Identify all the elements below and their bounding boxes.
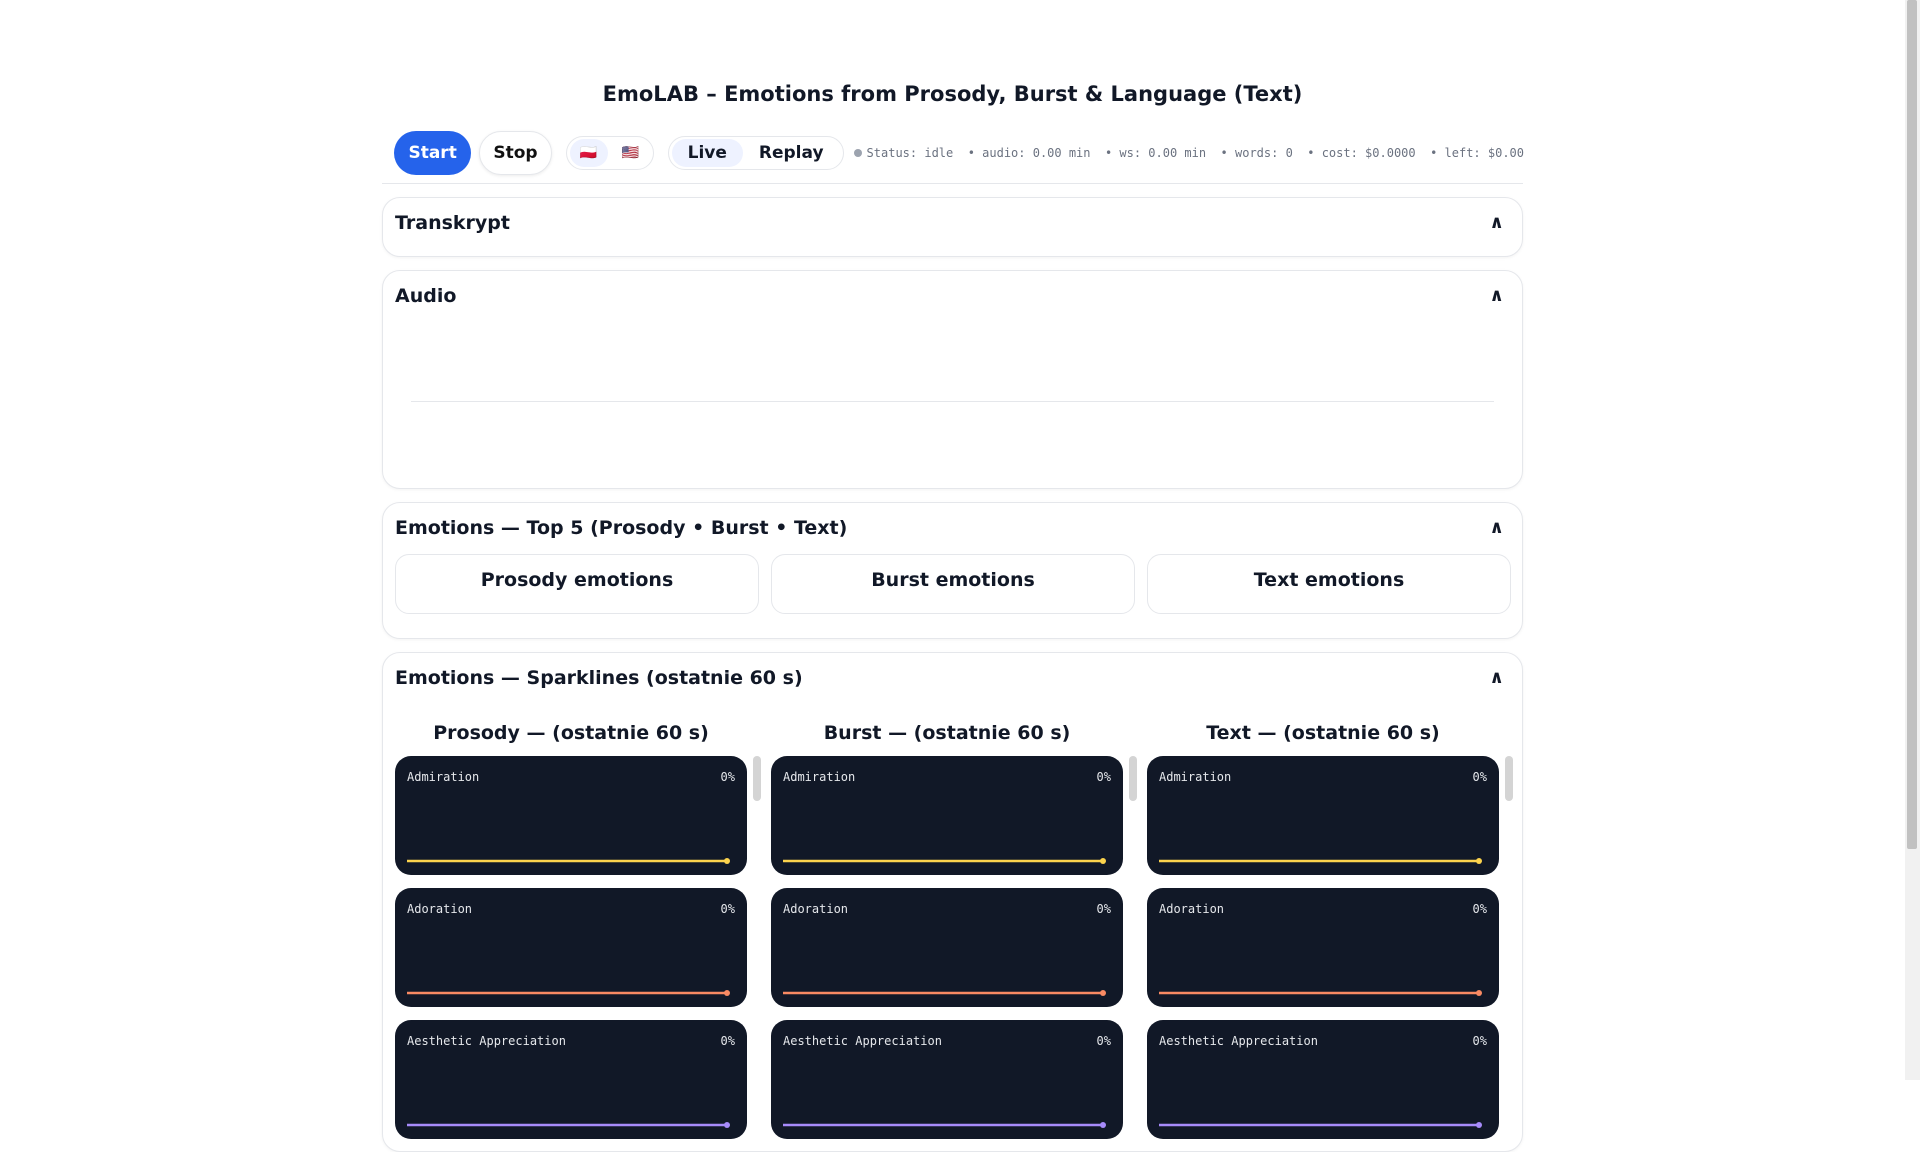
sparkline-card: Adoration 0% <box>771 888 1123 1007</box>
sparkline-last-point <box>1100 1122 1106 1128</box>
top5-heading[interactable]: Emotions — Top 5 (Prosody • Burst • Text… <box>395 517 847 539</box>
emotion-name: Aesthetic Appreciation <box>783 1034 942 1048</box>
mode-replay[interactable]: Replay <box>747 139 840 167</box>
sparkline-card: Admiration 0% <box>395 756 747 875</box>
emotion-name: Admiration <box>783 770 856 784</box>
page-scrollbar[interactable] <box>1905 0 1920 1080</box>
sparklines-heading[interactable]: Emotions — Sparklines (ostatnie 60 s) <box>395 667 803 689</box>
sparkline-column-title: Burst — (ostatnie 60 s) <box>823 722 1071 744</box>
emotion-value: 0% <box>1472 1034 1487 1048</box>
status-text: Status: idle • audio: 0.00 min • ws: 0.0… <box>866 146 1524 160</box>
audio-waveform-baseline <box>411 401 1494 402</box>
sparkline-last-point <box>1476 990 1482 996</box>
transcript-panel: Transkrypt ∧ <box>382 197 1523 257</box>
scrollbar-thumb[interactable] <box>1907 0 1917 849</box>
emotion-name: Admiration <box>1159 770 1232 784</box>
emotion-value: 0% <box>1096 770 1111 784</box>
column-scrollbar[interactable] <box>753 756 761 801</box>
start-button[interactable]: Start <box>394 131 472 175</box>
pl-flag-icon[interactable]: 🇵🇱 <box>569 139 608 167</box>
sparkline-last-point <box>1100 990 1106 996</box>
collapse-icon[interactable]: ∧ <box>1489 212 1504 233</box>
emotion-value: 0% <box>1096 1034 1111 1048</box>
sparkline-last-point <box>724 1122 730 1128</box>
us-flag-icon[interactable]: 🇺🇸 <box>612 139 650 167</box>
sparkline-last-point <box>724 990 730 996</box>
toolbar: Start Stop 🇵🇱 🇺🇸 Live Replay Status: idl… <box>394 131 1524 175</box>
collapse-icon[interactable]: ∧ <box>1489 667 1504 688</box>
audio-panel: Audio ∧ <box>382 270 1523 489</box>
emotion-name: Adoration <box>407 902 473 916</box>
mode-switch: Live Replay <box>667 136 844 170</box>
sparkline-last-point <box>1476 1122 1482 1128</box>
status-dot-icon <box>853 149 862 157</box>
sparkline-last-point <box>724 858 730 864</box>
text-emotions-card: Text emotions <box>1147 554 1511 614</box>
emotion-value: 0% <box>1096 902 1111 916</box>
emotion-name: Adoration <box>783 902 849 916</box>
emotion-value: 0% <box>1472 770 1487 784</box>
emotion-name: Admiration <box>407 770 480 784</box>
sparklines-panel: Emotions — Sparklines (ostatnie 60 s) ∧ … <box>382 652 1523 1152</box>
burst-emotions-card: Burst emotions <box>771 554 1135 614</box>
emotion-value: 0% <box>1472 902 1487 916</box>
sparkline-card: Adoration 0% <box>1147 888 1499 1007</box>
emotion-name: Adoration <box>1159 902 1225 916</box>
sparkline-column-title: Text — (ostatnie 60 s) <box>1206 722 1440 744</box>
page-title: EmoLAB – Emotions from Prosody, Burst & … <box>602 82 1303 106</box>
collapse-icon[interactable]: ∧ <box>1489 285 1504 306</box>
divider <box>382 183 1523 184</box>
sparkline-column-title: Prosody — (ostatnie 60 s) <box>433 722 709 744</box>
emotion-name: Aesthetic Appreciation <box>407 1034 566 1048</box>
sparkline-card: Adoration 0% <box>395 888 747 1007</box>
column-scrollbar[interactable] <box>1505 756 1513 801</box>
audio-heading[interactable]: Audio <box>395 285 456 307</box>
column-scrollbar[interactable] <box>1129 756 1137 801</box>
sparkline-card: Admiration 0% <box>1147 756 1499 875</box>
sparkline-last-point <box>1100 858 1106 864</box>
mode-live[interactable]: Live <box>671 139 743 167</box>
collapse-icon[interactable]: ∧ <box>1489 517 1504 538</box>
emotion-value: 0% <box>720 1034 735 1048</box>
sparkline-card: Admiration 0% <box>771 756 1123 875</box>
language-switch: 🇵🇱 🇺🇸 <box>565 136 654 170</box>
top5-panel: Emotions — Top 5 (Prosody • Burst • Text… <box>382 502 1523 639</box>
emotion-name: Aesthetic Appreciation <box>1159 1034 1318 1048</box>
status-bar: Status: idle • audio: 0.00 min • ws: 0.0… <box>853 146 1524 160</box>
stop-button[interactable]: Stop <box>479 131 552 175</box>
emotion-value: 0% <box>720 902 735 916</box>
prosody-emotions-card: Prosody emotions <box>395 554 759 614</box>
emotion-value: 0% <box>720 770 735 784</box>
transcript-heading[interactable]: Transkrypt <box>395 212 510 234</box>
sparkline-last-point <box>1476 858 1482 864</box>
